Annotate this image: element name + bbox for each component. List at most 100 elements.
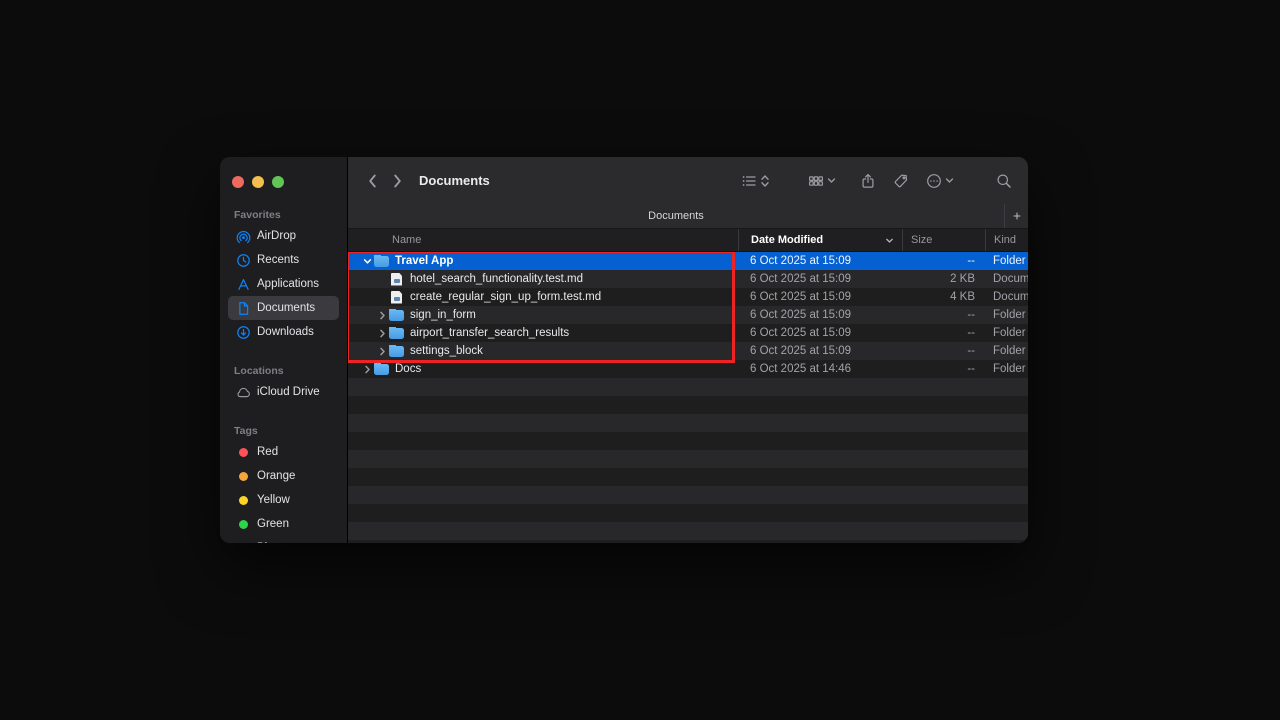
date-modified: 6 Oct 2025 at 15:09 — [738, 273, 902, 285]
empty-row — [348, 468, 1028, 486]
window-title: Documents — [419, 173, 490, 188]
folder-icon — [374, 364, 389, 375]
column-header-kind[interactable]: Kind — [985, 229, 1028, 251]
empty-row — [348, 378, 1028, 396]
sidebar-item-recents[interactable]: Recents — [228, 248, 339, 272]
date-modified: 6 Oct 2025 at 15:09 — [738, 291, 902, 303]
finder-window: Favorites AirDrop Recents Applications D… — [220, 157, 1028, 543]
file-name: sign_in_form — [410, 309, 476, 321]
table-row[interactable]: sign_in_form 6 Oct 2025 at 15:09 -- Fold… — [348, 306, 1028, 324]
file-kind: Folder — [985, 327, 1028, 339]
file-size: 2 KB — [902, 273, 985, 285]
file-name: Travel App — [395, 255, 453, 267]
chevron-left-icon — [367, 173, 378, 189]
zoom-button[interactable] — [272, 176, 284, 188]
sidebar-item-green[interactable]: Green — [228, 512, 339, 536]
empty-row — [348, 504, 1028, 522]
sidebar-item-blue[interactable]: Blue — [228, 536, 339, 543]
tab-documents[interactable]: Documents — [348, 204, 1005, 228]
column-header-name[interactable]: Name — [348, 229, 738, 251]
back-button[interactable] — [360, 173, 385, 189]
disclosure-chevron[interactable] — [360, 257, 374, 266]
empty-row — [348, 396, 1028, 414]
toolbar: Documents — [348, 157, 1028, 204]
table-row[interactable]: Docs 6 Oct 2025 at 14:46 -- Folder — [348, 360, 1028, 378]
nav-buttons — [360, 173, 410, 189]
tag-dot-icon — [234, 520, 252, 529]
toolbar-icons — [741, 173, 1012, 189]
empty-row — [348, 450, 1028, 468]
folder-icon — [389, 328, 404, 339]
table-row[interactable]: Travel App 6 Oct 2025 at 15:09 -- Folder — [348, 252, 1028, 270]
file-size: -- — [902, 363, 985, 375]
chevron-right-icon — [392, 173, 403, 189]
sidebar-item-applications[interactable]: Applications — [228, 272, 339, 296]
column-header-size[interactable]: Size — [902, 229, 985, 251]
plus-icon — [1011, 210, 1023, 222]
tag-icon — [893, 173, 909, 189]
download-icon — [234, 325, 252, 340]
disclosure-chevron[interactable] — [375, 329, 389, 338]
chevron-down-icon — [945, 176, 954, 185]
list-view-button[interactable] — [741, 173, 770, 189]
file-kind: Document — [985, 291, 1028, 303]
sidebar-item-orange[interactable]: Orange — [228, 464, 339, 488]
sidebar-section-label: Favorites — [234, 209, 333, 221]
date-modified: 6 Oct 2025 at 15:09 — [738, 255, 902, 267]
table-row[interactable]: airport_transfer_search_results 6 Oct 20… — [348, 324, 1028, 342]
more-button[interactable] — [926, 173, 954, 189]
minimize-button[interactable] — [252, 176, 264, 188]
column-header-date-modified[interactable]: Date Modified — [738, 229, 902, 251]
sidebar-item-yellow[interactable]: Yellow — [228, 488, 339, 512]
file-name: create_regular_sign_up_form.test.md — [410, 291, 601, 303]
tag-button[interactable] — [893, 173, 909, 189]
sidebar-item-airdrop[interactable]: AirDrop — [228, 224, 339, 248]
date-modified: 6 Oct 2025 at 15:09 — [738, 309, 902, 321]
sidebar-item-icloud-drive[interactable]: iCloud Drive — [228, 380, 339, 404]
more-icon — [926, 173, 942, 189]
folder-icon — [389, 346, 404, 357]
table-row[interactable]: create_regular_sign_up_form.test.md 6 Oc… — [348, 288, 1028, 306]
date-modified: 6 Oct 2025 at 15:09 — [738, 327, 902, 339]
file-name: settings_block — [410, 345, 483, 357]
group-by-button[interactable] — [808, 173, 836, 189]
search-icon — [996, 173, 1012, 189]
forward-button[interactable] — [385, 173, 410, 189]
file-size: -- — [902, 309, 985, 321]
empty-row — [348, 486, 1028, 504]
disclosure-chevron[interactable] — [375, 347, 389, 356]
tag-dot-icon — [234, 496, 252, 505]
tag-dot-icon — [234, 448, 252, 457]
share-button[interactable] — [860, 173, 876, 189]
new-tab-button[interactable] — [1005, 204, 1028, 228]
table-row[interactable]: settings_block 6 Oct 2025 at 15:09 -- Fo… — [348, 342, 1028, 360]
chevron-down-icon — [827, 176, 836, 185]
sidebar-item-red[interactable]: Red — [228, 440, 339, 464]
file-name: airport_transfer_search_results — [410, 327, 569, 339]
file-kind: Folder — [985, 255, 1028, 267]
share-icon — [860, 173, 876, 189]
cloud-icon — [234, 385, 252, 400]
search-button[interactable] — [996, 173, 1012, 189]
file-list: Travel App 6 Oct 2025 at 15:09 -- Folder… — [348, 252, 1028, 543]
empty-row — [348, 414, 1028, 432]
window-controls — [228, 157, 339, 188]
column-headers: Name Date Modified Size Kind — [348, 229, 1028, 252]
file-size: -- — [902, 327, 985, 339]
close-button[interactable] — [232, 176, 244, 188]
document-icon — [234, 301, 252, 316]
sidebar-item-documents[interactable]: Documents — [228, 296, 339, 320]
disclosure-chevron[interactable] — [360, 365, 374, 374]
table-row[interactable]: hotel_search_functionality.test.md 6 Oct… — [348, 270, 1028, 288]
airdrop-icon — [234, 229, 252, 244]
sidebar-section-label: Tags — [234, 425, 333, 437]
file-kind: Folder — [985, 363, 1028, 375]
file-icon — [391, 273, 402, 286]
file-kind: Document — [985, 273, 1028, 285]
sort-chevron-icon — [885, 236, 894, 245]
empty-row — [348, 432, 1028, 450]
date-modified: 6 Oct 2025 at 14:46 — [738, 363, 902, 375]
sidebar-item-downloads[interactable]: Downloads — [228, 320, 339, 344]
disclosure-chevron[interactable] — [375, 311, 389, 320]
sidebar-section-label: Locations — [234, 365, 333, 377]
